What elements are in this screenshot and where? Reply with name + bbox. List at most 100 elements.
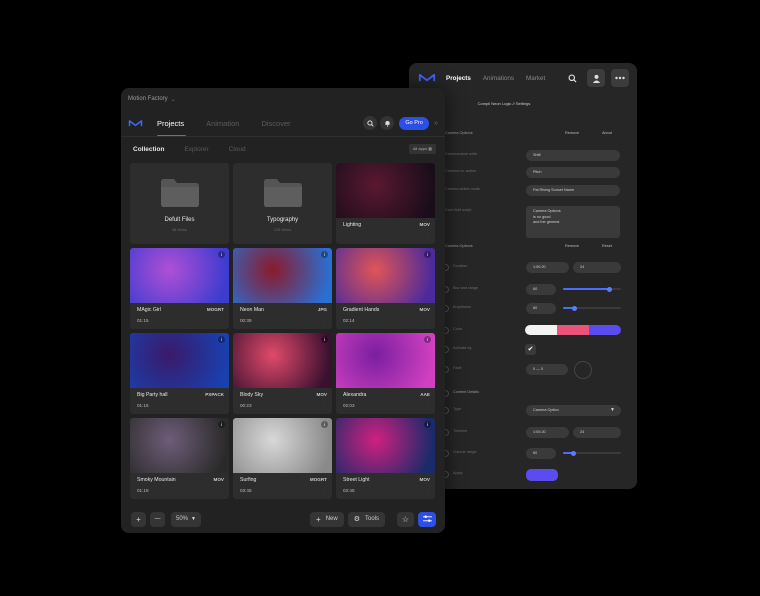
tab-animation[interactable]: Animation [206, 119, 239, 128]
text-field[interactable]: Shift [526, 150, 620, 161]
media-duration: 02:14 [343, 318, 355, 323]
info-icon[interactable]: i [218, 336, 225, 343]
info-icon[interactable]: i [218, 251, 225, 258]
more-options-icon[interactable]: ... [426, 488, 429, 493]
add-button[interactable]: + [131, 511, 146, 527]
media-card[interactable]: i Gradient Hands MOV 02:14 ... [336, 248, 435, 329]
info-icon[interactable]: i [424, 251, 431, 258]
subtab-collection[interactable]: Collection [133, 146, 164, 153]
tools-label: Tools [364, 516, 379, 522]
tab-projects[interactable]: Projects [157, 119, 187, 137]
slider-value-field[interactable]: 60 [526, 303, 556, 314]
info-icon[interactable]: i [321, 336, 328, 343]
slider-value-field[interactable]: 60 [526, 448, 556, 459]
nav-projects[interactable]: Projects [446, 75, 471, 82]
duration-frames-field[interactable]: 24 [573, 262, 621, 273]
color-swatch-white[interactable] [525, 325, 557, 335]
slider-fill [563, 288, 610, 290]
color-wheel-icon[interactable] [574, 361, 592, 379]
media-card[interactable]: i Surfing MOGRT 03:45 ... [233, 418, 332, 499]
media-format: MOGRT [309, 477, 327, 482]
new-label: New [325, 516, 338, 522]
duration-start-field[interactable]: 1:00:20 [526, 262, 569, 273]
volume-slider[interactable] [563, 450, 621, 456]
tab-remove[interactable]: Remove [565, 131, 579, 135]
remove-button[interactable]: — [150, 511, 165, 527]
info-icon[interactable]: i [218, 421, 225, 428]
apply-button[interactable] [526, 469, 558, 481]
text-field[interactable]: Pitch [526, 167, 620, 178]
tab-remove[interactable]: Remove [565, 244, 579, 248]
new-button[interactable]: + New [310, 511, 344, 527]
more-options-icon[interactable]: ... [323, 403, 326, 408]
settings-toggle-button[interactable] [418, 511, 436, 527]
zoom-select[interactable]: 50% ▼ [171, 511, 201, 527]
media-card[interactable]: i Street Light MOV 03:45 ... [336, 418, 435, 499]
search-icon[interactable] [363, 116, 378, 130]
info-icon[interactable]: i [424, 336, 431, 343]
media-title: Alexandra [343, 392, 367, 398]
field-label: Cameraname write [445, 152, 478, 156]
blur-slider[interactable] [563, 286, 621, 292]
more-menu-icon[interactable] [611, 69, 629, 87]
nav-market[interactable]: Market [526, 75, 545, 82]
media-card[interactable]: i Smoky Mountain MOV 01:18 ... [130, 418, 229, 499]
tab-reset[interactable]: Reset [602, 244, 612, 248]
color-swatch-purple[interactable] [589, 325, 621, 335]
script-textarea[interactable]: Camera Options is no good and the genera… [526, 206, 620, 238]
tab-about[interactable]: About [602, 131, 612, 135]
info-icon[interactable]: i [321, 251, 328, 258]
activate-checkbox[interactable]: ✔ [525, 344, 536, 355]
fade-field[interactable]: 0 — 0 [526, 364, 568, 375]
user-icon[interactable] [587, 69, 605, 87]
more-options-icon[interactable]: ... [220, 403, 223, 408]
all-apps-label: All apps [412, 146, 428, 151]
folder-card[interactable]: Typography 128 Items [233, 163, 332, 244]
more-options-icon[interactable]: ... [426, 233, 429, 238]
type-select[interactable]: Camera Option ▼ [526, 405, 621, 416]
media-title: MAgic Girl [137, 307, 161, 313]
more-options-icon[interactable]: ... [426, 403, 429, 408]
favorite-button[interactable]: ☆ [397, 511, 414, 527]
more-options-icon[interactable]: ... [323, 488, 326, 493]
info-icon[interactable]: i [321, 421, 328, 428]
media-format: AAE [420, 392, 430, 397]
media-card[interactable]: i Neon Man JPG 00:39 ... [233, 248, 332, 329]
chevron-down-icon[interactable]: ⌄ [171, 96, 176, 103]
tools-button[interactable]: ⚙ Tools [347, 511, 385, 527]
more-options-icon[interactable]: ... [220, 318, 223, 323]
slider-knob[interactable] [572, 305, 578, 311]
brand-logo-icon [128, 119, 143, 126]
go-pro-button[interactable]: Go Pro [399, 116, 430, 130]
text-field[interactable]: Pal Rising Sunset Name [526, 185, 620, 196]
media-card[interactable]: Lighting MOV ... [336, 163, 435, 244]
tab-discover[interactable]: Discover [261, 119, 290, 128]
subtab-cloud[interactable]: Cloud [229, 146, 246, 153]
media-card[interactable]: i Blody Sky MOV 00:23 ... [233, 333, 332, 414]
media-card[interactable]: i MAgic Girl MOGRT 01:15 ... [130, 248, 229, 329]
notification-bell-icon[interactable] [380, 116, 395, 130]
color-swatch-pink[interactable] [557, 325, 589, 335]
folder-card[interactable]: Defult Files 48 Items [130, 163, 229, 244]
media-card[interactable]: i Alexandra AAE 02:03 ... [336, 333, 435, 414]
nav-animations[interactable]: Animations [483, 75, 514, 82]
media-duration: 03:45 [240, 488, 252, 493]
zoom-value: 50% [176, 516, 189, 522]
slider-knob[interactable] [606, 286, 612, 292]
search-icon[interactable] [563, 69, 581, 87]
all-apps-filter[interactable]: All apps ▦ [408, 144, 436, 154]
main-header: Projects Animation Discover Go Pro » [121, 110, 445, 137]
info-icon[interactable]: i [424, 421, 431, 428]
media-card[interactable]: i Big Party hall PXPACK 01:15 ... [130, 333, 229, 414]
timeline-start-field[interactable]: 1:00:20 [526, 427, 569, 438]
color-swatches[interactable] [525, 325, 621, 335]
more-options-icon[interactable]: ... [220, 488, 223, 493]
subtab-explorer[interactable]: Explorer [184, 146, 208, 153]
timeline-frames-field[interactable]: 24 [573, 427, 621, 438]
double-chevron-icon[interactable]: » [434, 120, 438, 127]
slider-value-field[interactable]: 60 [526, 284, 556, 295]
more-options-icon[interactable]: ... [323, 318, 326, 323]
more-options-icon[interactable]: ... [426, 318, 429, 323]
brightness-slider[interactable] [563, 305, 621, 311]
slider-knob[interactable] [570, 450, 576, 456]
